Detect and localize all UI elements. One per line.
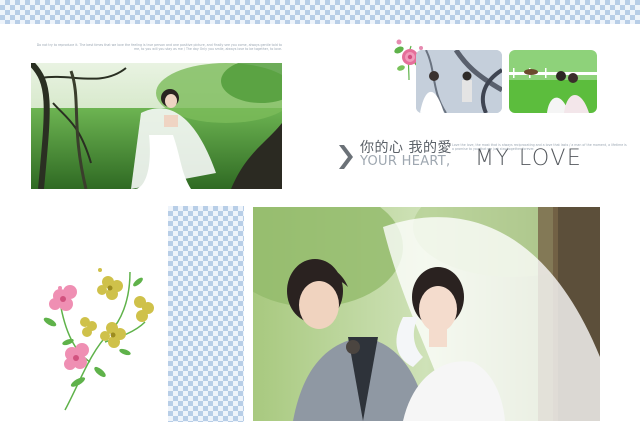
right-fine-print: Love the love, the most that is always r… — [452, 143, 627, 152]
couple-veil-photo — [253, 207, 600, 421]
flower-branch-illustration — [30, 262, 156, 412]
chevron-right-icon — [339, 145, 353, 169]
vertical-checkered-strip — [168, 206, 244, 422]
bride-lake-photo — [31, 63, 282, 189]
couple-lawn-photo — [509, 50, 597, 113]
photo-album-page: Do not try to reproduce it. The best tim… — [0, 0, 640, 438]
couple-tree-photo — [416, 50, 502, 113]
top-fine-print: Do not try to reproduce it. The best tim… — [36, 43, 282, 52]
your-heart-title: YOUR HEART, — [360, 154, 451, 169]
top-checkered-band — [0, 0, 640, 24]
